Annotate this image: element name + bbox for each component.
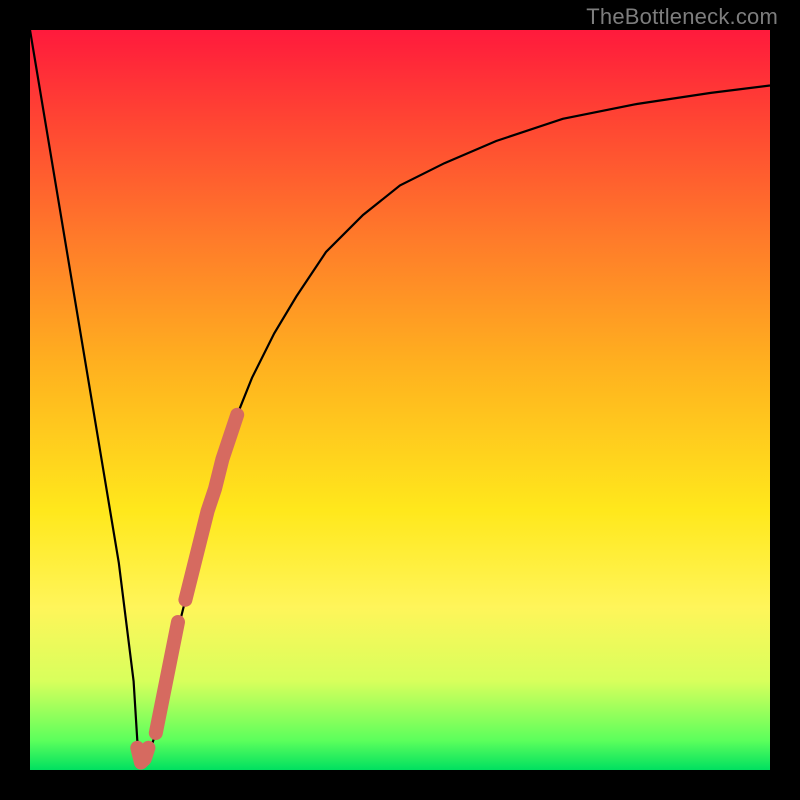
marker-segment: [156, 622, 178, 733]
marker-segment: [137, 748, 148, 763]
bottleneck-curve: [30, 30, 770, 763]
watermark-text: TheBottleneck.com: [586, 4, 778, 30]
plot-area: [30, 30, 770, 770]
chart-frame: TheBottleneck.com: [0, 0, 800, 800]
marker-group: [137, 415, 237, 763]
chart-svg: [30, 30, 770, 770]
marker-segment: [185, 415, 237, 600]
